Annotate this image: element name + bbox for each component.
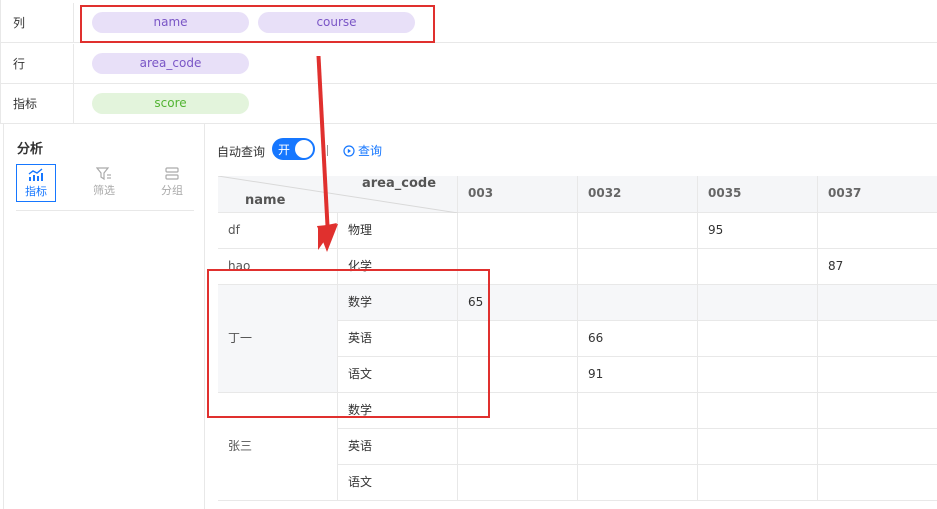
table-cell	[578, 393, 698, 429]
table-cell	[818, 321, 937, 357]
table-cell	[818, 213, 937, 249]
table-cell	[578, 249, 698, 285]
query-button[interactable]: 查询	[343, 142, 382, 159]
table-cell: 87	[818, 249, 937, 285]
tab-group-label: 分组	[161, 184, 183, 197]
row-header-course: 英语	[338, 321, 458, 357]
row-header-course: 物理	[338, 213, 458, 249]
row-header-name: hao	[218, 249, 338, 285]
table-cell	[818, 429, 937, 465]
row-header-course: 数学	[338, 285, 458, 321]
group-icon	[152, 167, 192, 181]
column-header[interactable]: 0037	[818, 176, 937, 213]
table-cell: 91	[578, 357, 698, 393]
table-cell	[698, 249, 818, 285]
rows-field-row: 行 area_code	[1, 44, 937, 84]
table-cell	[698, 321, 818, 357]
row-header-name: df	[218, 213, 338, 249]
tab-filter-label: 筛选	[93, 184, 115, 197]
analysis-panel: 分析 指标 筛选 分组	[3, 124, 205, 509]
table-cell	[458, 357, 578, 393]
columns-label: 列	[1, 3, 74, 42]
table-cell	[578, 465, 698, 501]
table-cell	[818, 465, 937, 501]
tab-metrics[interactable]: 指标	[16, 164, 56, 202]
table-cell	[698, 429, 818, 465]
tab-group[interactable]: 分组	[152, 164, 192, 202]
metrics-field-row: 指标 score	[1, 84, 937, 124]
column-header[interactable]: 0032	[578, 176, 698, 213]
table-cell	[578, 429, 698, 465]
row-chip-area-code[interactable]: area_code	[92, 53, 249, 74]
table-cell	[458, 249, 578, 285]
table-cell	[818, 393, 937, 429]
table-corner-header: area_code name	[218, 176, 458, 213]
table-cell	[578, 285, 698, 321]
auto-query-label: 自动查询	[217, 145, 266, 159]
table-cell	[818, 357, 937, 393]
table-cell	[458, 321, 578, 357]
row-header-course: 英语	[338, 429, 458, 465]
column-header[interactable]: 0035	[698, 176, 818, 213]
panel-title: 分析	[17, 142, 44, 157]
rows-label: 行	[1, 44, 74, 83]
table-cell: 66	[578, 321, 698, 357]
column-chip-name[interactable]: name	[92, 12, 249, 33]
table-cell	[458, 429, 578, 465]
row-header-course: 语文	[338, 357, 458, 393]
metrics-label: 指标	[1, 84, 74, 123]
table-cell	[698, 285, 818, 321]
tab-metrics-label: 指标	[25, 185, 47, 198]
row-header-course: 语文	[338, 465, 458, 501]
table-cell	[578, 213, 698, 249]
row-header-name: 张三	[218, 393, 338, 501]
table-cell	[458, 465, 578, 501]
row-header-course: 数学	[338, 393, 458, 429]
table-cell	[458, 393, 578, 429]
row-header-name: 丁一	[218, 285, 338, 393]
metrics-chart-icon	[17, 168, 55, 182]
metric-chip-score[interactable]: score	[92, 93, 249, 114]
table-cell	[698, 357, 818, 393]
pivot-table: area_code name 003 0032 0035 0037 df hao…	[218, 176, 937, 509]
column-chip-course[interactable]: course	[258, 12, 415, 33]
columns-field-row: 列 name course	[1, 3, 937, 43]
table-cell	[698, 393, 818, 429]
column-header[interactable]: 003	[458, 176, 578, 213]
query-button-label: 查询	[358, 144, 383, 158]
table-cell	[818, 285, 937, 321]
toolbar-separator	[327, 145, 328, 156]
play-circle-icon	[343, 144, 358, 158]
panel-divider	[16, 210, 194, 211]
toggle-knob	[295, 140, 313, 158]
corner-column-field: area_code	[362, 176, 437, 191]
table-cell	[458, 213, 578, 249]
toggle-text: 开	[278, 143, 291, 157]
table-cell: 95	[698, 213, 818, 249]
tab-filter[interactable]: 筛选	[84, 164, 124, 202]
corner-row-field: name	[245, 193, 286, 208]
filter-icon	[84, 167, 124, 181]
row-header-course: 化学	[338, 249, 458, 285]
table-cell	[698, 465, 818, 501]
table-cell: 65	[458, 285, 578, 321]
field-config-area: 列 name course 行 area_code 指标 score	[0, 0, 937, 124]
auto-query-toggle[interactable]: 开	[272, 138, 315, 160]
